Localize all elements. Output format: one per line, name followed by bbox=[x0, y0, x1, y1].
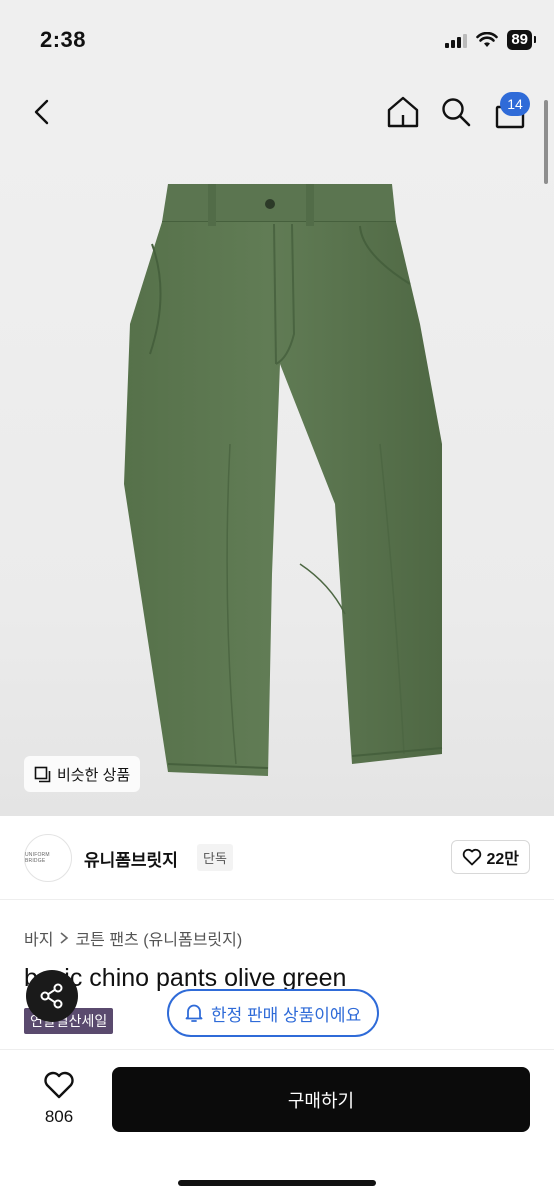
seller-avatar[interactable]: UNIFORM BRIDGE bbox=[24, 834, 72, 882]
copy-icon bbox=[34, 766, 51, 782]
seller-like-button[interactable]: 22만 bbox=[451, 840, 530, 874]
seller-name[interactable]: 유니폼브릿지 bbox=[84, 846, 178, 871]
cellular-signal-icon bbox=[445, 32, 468, 48]
breadcrumb-category[interactable]: 바지 bbox=[24, 926, 53, 950]
home-icon[interactable] bbox=[386, 95, 420, 129]
bell-icon bbox=[185, 1004, 203, 1022]
breadcrumb-subcategory[interactable]: 코튼 팬츠 (유니폼브릿지) bbox=[75, 926, 242, 950]
cart-count-badge: 14 bbox=[500, 92, 530, 116]
battery-indicator: 89 bbox=[507, 30, 536, 50]
search-icon[interactable] bbox=[440, 96, 472, 128]
share-button[interactable] bbox=[26, 970, 78, 1022]
scrollbar[interactable] bbox=[544, 100, 548, 184]
limited-sale-notice[interactable]: 한정 판매 상품이에요 bbox=[167, 989, 380, 1037]
olive-chino-pants-image bbox=[124, 184, 443, 776]
status-icons: 89 bbox=[445, 30, 536, 50]
breadcrumb: 바지 코튼 팬츠 (유니폼브릿지) bbox=[24, 926, 242, 950]
heart-outline-icon bbox=[463, 848, 482, 866]
wifi-icon bbox=[476, 32, 499, 47]
product-image[interactable] bbox=[0, 144, 554, 816]
seller-like-count: 22만 bbox=[486, 851, 519, 868]
limited-sale-text: 한정 판매 상품이에요 bbox=[211, 1005, 362, 1025]
seller-avatar-logo-text: UNIFORM BRIDGE bbox=[25, 852, 50, 864]
heart-outline-icon bbox=[44, 1071, 74, 1099]
exclusive-badge: 단독 bbox=[197, 844, 233, 871]
buy-button[interactable]: 구매하기 bbox=[112, 1067, 530, 1132]
chevron-right-icon bbox=[60, 932, 69, 944]
status-time: 2:38 bbox=[40, 27, 87, 52]
status-bar: 2:38 89 bbox=[0, 0, 554, 80]
wishlist-count: 806 bbox=[44, 1107, 74, 1126]
wishlist-button[interactable]: 806 bbox=[36, 1070, 82, 1127]
home-indicator bbox=[178, 1180, 376, 1186]
similar-products-button[interactable]: 비슷한 상품 bbox=[24, 756, 141, 792]
seller-row[interactable]: UNIFORM BRIDGE 유니폼브릿지 단독 22만 bbox=[0, 816, 554, 900]
similar-products-label: 비슷한 상품 bbox=[57, 766, 131, 784]
back-arrow-icon[interactable] bbox=[30, 98, 54, 126]
share-icon bbox=[40, 983, 63, 1009]
